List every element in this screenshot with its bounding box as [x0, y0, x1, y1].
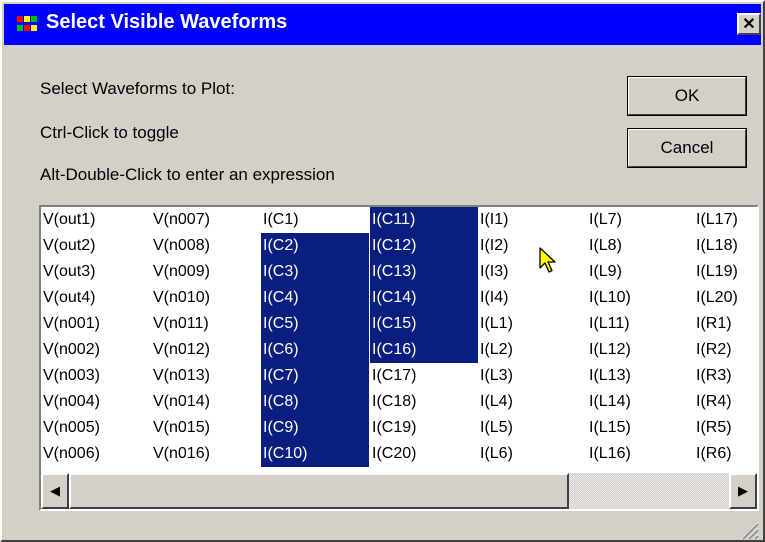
waveform-item[interactable]: I(R6)	[694, 441, 757, 467]
waveform-item[interactable]: I(L8)	[587, 233, 691, 259]
app-waveform-icon	[16, 14, 38, 34]
cancel-button[interactable]: Cancel	[627, 128, 747, 168]
waveform-item[interactable]: I(C20)	[370, 441, 478, 467]
waveform-listbox[interactable]: V(out1) V(out2) V(out3) V(out4) V(n001) V(n00…	[39, 205, 759, 511]
waveform-item[interactable]: I(L12)	[587, 337, 691, 363]
waveform-item[interactable]: V(n014)	[151, 389, 259, 415]
scroll-left-button[interactable]: ◀	[41, 473, 69, 509]
waveform-item[interactable]: I(C1)	[261, 207, 369, 233]
waveform-item[interactable]: V(n003)	[41, 363, 149, 389]
waveform-item[interactable]: I(C12)	[370, 233, 478, 259]
waveform-item[interactable]: V(n012)	[151, 337, 259, 363]
select-visible-waveforms-dialog: Select Visible Waveforms ✕ Select Wavefo…	[0, 0, 765, 542]
waveform-item[interactable]: V(out2)	[41, 233, 149, 259]
waveform-item[interactable]: V(n002)	[41, 337, 149, 363]
waveform-item[interactable]: I(L16)	[587, 441, 691, 467]
waveform-item[interactable]: I(L9)	[587, 259, 691, 285]
waveform-item[interactable]: I(I1)	[478, 207, 584, 233]
waveform-item[interactable]: I(C15)	[370, 311, 478, 337]
waveform-item[interactable]: I(L5)	[478, 415, 584, 441]
waveform-item[interactable]: I(C5)	[261, 311, 369, 337]
ok-button[interactable]: OK	[627, 76, 747, 116]
waveform-item[interactable]: I(C10)	[261, 441, 369, 467]
waveform-item[interactable]: I(L18)	[694, 233, 757, 259]
mouse-cursor-icon	[539, 247, 556, 273]
waveform-item[interactable]: I(C18)	[370, 389, 478, 415]
window-title: Select Visible Waveforms	[46, 11, 288, 33]
waveform-item[interactable]: I(L20)	[694, 285, 757, 311]
waveform-item[interactable]: I(L13)	[587, 363, 691, 389]
waveform-item[interactable]: I(C13)	[370, 259, 478, 285]
waveform-item[interactable]: I(R4)	[694, 389, 757, 415]
waveform-item[interactable]: V(n004)	[41, 389, 149, 415]
horizontal-scrollbar[interactable]: ◀ ▶	[41, 473, 757, 509]
waveform-item[interactable]: I(L1)	[478, 311, 584, 337]
waveform-item[interactable]: V(out3)	[41, 259, 149, 285]
waveform-item[interactable]: I(C16)	[370, 337, 478, 363]
waveform-item[interactable]: I(L14)	[587, 389, 691, 415]
waveform-item[interactable]: I(C14)	[370, 285, 478, 311]
waveform-item[interactable]: I(L19)	[694, 259, 757, 285]
waveform-item[interactable]: I(C3)	[261, 259, 369, 285]
waveform-item[interactable]: V(n010)	[151, 285, 259, 311]
scroll-right-button[interactable]: ▶	[729, 473, 757, 509]
waveform-item[interactable]: I(L10)	[587, 285, 691, 311]
waveform-item[interactable]: I(C19)	[370, 415, 478, 441]
waveform-item[interactable]: V(n001)	[41, 311, 149, 337]
waveform-item[interactable]: I(L3)	[478, 363, 584, 389]
waveform-item[interactable]: V(n016)	[151, 441, 259, 467]
close-icon: ✕	[742, 16, 756, 33]
waveform-item[interactable]: I(C11)	[370, 207, 478, 233]
waveform-item[interactable]: V(n013)	[151, 363, 259, 389]
instruction-alt-double-click: Alt-Double-Click to enter an expression	[40, 165, 335, 184]
waveform-item[interactable]: V(n011)	[151, 311, 259, 337]
waveform-item[interactable]: I(C17)	[370, 363, 478, 389]
waveform-item[interactable]: I(L2)	[478, 337, 584, 363]
waveform-item[interactable]: V(out1)	[41, 207, 149, 233]
waveform-item[interactable]: I(R2)	[694, 337, 757, 363]
scrollbar-thumb[interactable]	[69, 473, 569, 509]
close-button[interactable]: ✕	[737, 13, 761, 35]
waveform-item[interactable]: I(I4)	[478, 285, 584, 311]
waveform-item[interactable]: I(L6)	[478, 441, 584, 467]
waveform-item[interactable]: V(n009)	[151, 259, 259, 285]
waveform-item[interactable]: I(I2)	[478, 233, 584, 259]
waveform-item[interactable]: I(R1)	[694, 311, 757, 337]
waveform-item[interactable]: I(L15)	[587, 415, 691, 441]
waveform-item[interactable]: V(n007)	[151, 207, 259, 233]
arrow-right-icon: ▶	[738, 483, 748, 498]
waveform-item[interactable]: I(C8)	[261, 389, 369, 415]
title-bar[interactable]: Select Visible Waveforms ✕	[4, 4, 761, 45]
waveform-item[interactable]: V(n008)	[151, 233, 259, 259]
waveform-list[interactable]: V(out1) V(out2) V(out3) V(out4) V(n001) V(n00…	[41, 207, 757, 471]
arrow-left-icon: ◀	[50, 483, 60, 498]
waveform-item[interactable]: V(n015)	[151, 415, 259, 441]
waveform-item[interactable]: V(n005)	[41, 415, 149, 441]
resize-grip-icon[interactable]	[739, 520, 759, 540]
waveform-item[interactable]: V(out4)	[41, 285, 149, 311]
waveform-item[interactable]: I(R3)	[694, 363, 757, 389]
waveform-item[interactable]: I(C7)	[261, 363, 369, 389]
waveform-item[interactable]: I(C4)	[261, 285, 369, 311]
waveform-item[interactable]: I(C6)	[261, 337, 369, 363]
waveform-item[interactable]: V(n006)	[41, 441, 149, 467]
instruction-select: Select Waveforms to Plot:	[40, 79, 235, 98]
waveform-item[interactable]: I(L17)	[694, 207, 757, 233]
waveform-item[interactable]: I(L4)	[478, 389, 584, 415]
waveform-item[interactable]: I(L7)	[587, 207, 691, 233]
instruction-ctrl-click: Ctrl-Click to toggle	[40, 123, 179, 142]
waveform-item[interactable]: I(L11)	[587, 311, 691, 337]
waveform-item[interactable]: I(R5)	[694, 415, 757, 441]
waveform-item[interactable]: I(C2)	[261, 233, 369, 259]
waveform-item[interactable]: I(I3)	[478, 259, 584, 285]
waveform-item[interactable]: I(C9)	[261, 415, 369, 441]
